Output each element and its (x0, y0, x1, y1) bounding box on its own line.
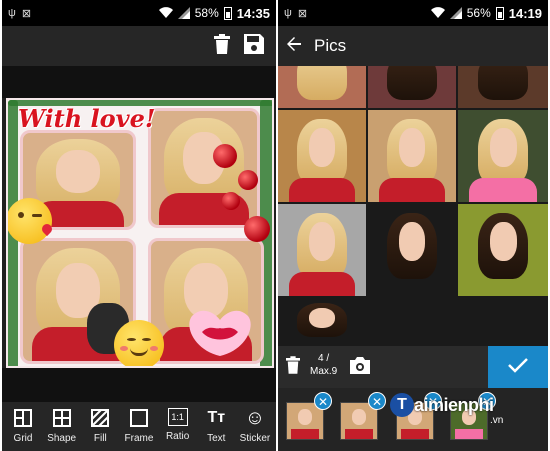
ratio-icon: 1:1 (167, 408, 188, 426)
canvas-top-margin (2, 66, 276, 98)
grid-icon (13, 408, 33, 428)
photo-thumbnail[interactable] (278, 204, 366, 296)
tool-label: Shape (47, 433, 77, 444)
tool-shape[interactable]: Shape (43, 402, 81, 451)
tool-label: Frame (124, 433, 154, 444)
tool-bar: Grid Shape Fill Frame 1:1 Ratio Tт Text … (2, 402, 276, 451)
tool-ratio[interactable]: 1:1 Ratio (159, 402, 197, 451)
photo-thumbnail[interactable] (278, 110, 366, 202)
no-signal-icon: ⊠ (21, 7, 32, 20)
tool-frame[interactable]: Frame (120, 402, 158, 451)
tool-grid[interactable]: Grid (4, 402, 42, 451)
signal-icon (449, 7, 462, 19)
clock: 14:35 (236, 5, 270, 21)
tool-label: Ratio (165, 431, 190, 442)
photo-thumbnail[interactable] (278, 66, 366, 108)
page-title: Pics (314, 36, 347, 55)
no-signal-icon: ⊠ (297, 7, 308, 20)
tool-sticker[interactable]: ☺ Sticker (236, 402, 274, 451)
trash-icon[interactable] (214, 34, 230, 59)
tool-label: Fill (93, 433, 107, 444)
photo-thumbnail[interactable] (458, 204, 548, 296)
ornament-sticker[interactable] (222, 192, 240, 210)
collage-title-text[interactable]: With love! (18, 104, 155, 133)
tool-text[interactable]: Tт Text (197, 402, 235, 451)
photo-thumbnail[interactable] (458, 66, 548, 108)
camera-icon[interactable] (350, 356, 370, 379)
clock: 14:19 (508, 5, 542, 21)
collage-editor-screen: ψ ⊠ 58% 14:35 With love! Grid Shape Fill… (2, 0, 276, 451)
selection-count: 4 / Max.9 (310, 353, 338, 377)
canvas-bottom-margin (2, 368, 276, 402)
smile-emoji-sticker[interactable] (114, 320, 164, 366)
tool-label: Sticker (239, 433, 271, 444)
confirm-button[interactable] (488, 346, 548, 388)
remove-photo-icon[interactable]: ✕ (314, 392, 332, 410)
back-arrow-icon[interactable] (286, 36, 302, 57)
photo-thumbnail[interactable] (368, 66, 456, 108)
app-bar: Pics (278, 26, 548, 66)
collage-cell-2[interactable] (148, 108, 260, 228)
wifi-icon (158, 7, 173, 19)
wink-kiss-emoji-sticker[interactable] (8, 198, 55, 244)
wifi-icon (430, 7, 445, 19)
editor-toolbar (2, 26, 276, 66)
save-icon[interactable] (244, 34, 264, 59)
tool-fill[interactable]: Fill (81, 402, 119, 451)
collage-canvas[interactable]: With love! (6, 98, 274, 368)
trash-icon[interactable] (286, 356, 300, 379)
sticker-icon: ☺ (244, 406, 266, 429)
battery-percent: 58% (194, 6, 219, 20)
photo-picker-screen: ψ ⊠ 56% 14:19 Pics 4 / Max.9 ✕ ✕ ✕ ✕ T a… (278, 0, 548, 451)
shape-icon (52, 408, 72, 428)
photo-thumbnail[interactable] (368, 204, 456, 296)
watermark-logo: T aimienphi .vn (390, 393, 503, 426)
status-bar: ψ ⊠ 56% 14:19 (278, 0, 548, 26)
ornament-sticker[interactable] (213, 144, 237, 168)
remove-photo-icon[interactable]: ✕ (368, 392, 386, 410)
usb-icon: ψ (284, 7, 292, 19)
check-icon (508, 357, 528, 378)
battery-icon (495, 6, 504, 20)
photo-grid (278, 66, 548, 346)
ornament-sticker[interactable] (238, 170, 258, 190)
selection-bar: 4 / Max.9 (278, 346, 548, 388)
signal-icon (177, 7, 190, 19)
usb-icon: ψ (8, 7, 16, 19)
fill-icon (90, 408, 110, 428)
photo-thumbnail[interactable] (368, 110, 456, 202)
battery-percent: 56% (466, 6, 491, 20)
battery-icon (223, 6, 232, 20)
photo-thumbnail[interactable] (458, 110, 548, 202)
ornament-sticker[interactable] (244, 216, 270, 242)
lips-kiss-sticker[interactable] (184, 306, 256, 358)
tool-label: Text (207, 433, 226, 444)
tool-label: Grid (13, 433, 33, 444)
photo-thumbnail[interactable] (278, 298, 366, 346)
status-bar: ψ ⊠ 58% 14:35 (2, 0, 276, 26)
frame-icon (129, 408, 149, 428)
text-icon: Tт (207, 409, 226, 426)
